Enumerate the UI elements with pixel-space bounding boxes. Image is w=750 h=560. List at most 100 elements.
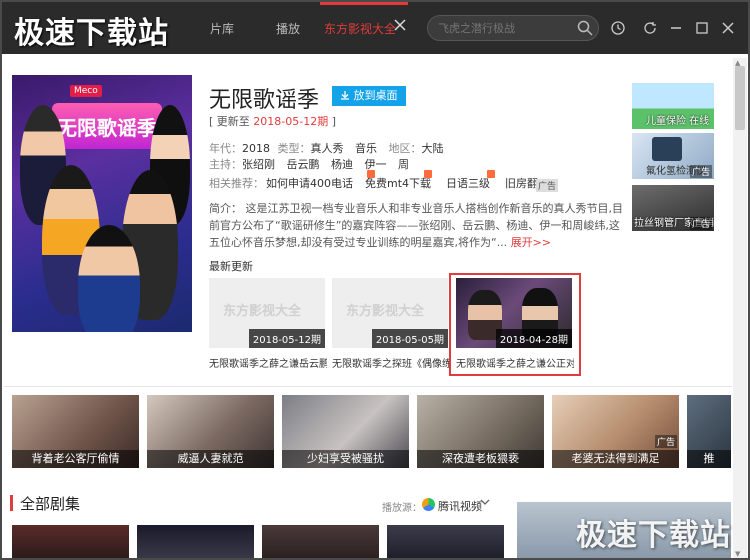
history-button[interactable] <box>608 18 628 38</box>
update-suffix: ] <box>328 115 337 128</box>
recommend-link[interactable]: 如何申请400电话 <box>266 175 353 191</box>
minimize-button[interactable] <box>666 18 686 38</box>
episode-caption[interactable]: 无限歌谣季之探班《偶像练... <box>332 355 450 370</box>
scroll-down-icon[interactable]: ▼ <box>735 550 740 558</box>
chevron-down-icon[interactable] <box>480 496 490 510</box>
host-name[interactable]: 张绍刚 <box>242 158 275 171</box>
app-window: 极速下载站 片库 播放 东方影视大全 Meco 无限歌谣季 <box>0 0 750 560</box>
ad-tag: 广告 <box>689 217 712 230</box>
episode-thumbnail[interactable] <box>262 525 379 558</box>
host-label: 主持： <box>209 158 242 171</box>
episode-card[interactable]: 东方影视大全 2018-05-05期 <box>332 278 448 348</box>
download-to-desktop-button[interactable]: 放到桌面 <box>332 86 406 106</box>
year-label: 年代： <box>209 142 242 155</box>
intro-label: 简介： <box>209 202 242 215</box>
window-close-button[interactable] <box>718 18 738 38</box>
poster-brand: Meco <box>70 85 102 97</box>
minimize-icon <box>671 27 681 29</box>
ad-tag: 广告 <box>536 179 559 192</box>
recent-updates-label: 最新更新 <box>209 260 253 273</box>
tencent-video-icon <box>422 498 435 511</box>
side-ad[interactable]: 儿童保险 在线 <box>632 83 714 129</box>
episode-thumbnail[interactable] <box>387 525 504 558</box>
section-title: 全部剧集 <box>20 495 81 513</box>
show-title: 无限歌谣季 <box>209 88 320 113</box>
episode-thumbnail[interactable] <box>12 525 129 558</box>
side-ad-label: 儿童保险 在线 <box>646 116 710 127</box>
selection-highlight <box>449 273 581 376</box>
meta-line-1: 年代：2018 类型：真人秀 音乐 地区：大陆 <box>209 140 444 156</box>
strip-caption: 少妇享受被骚扰 <box>282 450 409 468</box>
region-value[interactable]: 大陆 <box>422 142 444 155</box>
update-value: 2018-05-12期 <box>253 115 329 128</box>
section-accent-bar <box>10 495 13 511</box>
episode-date: 2018-05-05期 <box>371 329 448 348</box>
show-intro: 简介： 这是江苏卫视一档专业音乐人和非专业音乐人搭档创作新音乐的真人秀节目,目前… <box>209 200 629 251</box>
tab-current[interactable]: 东方影视大全 <box>324 20 396 37</box>
strip-thumbnail[interactable]: 少妇享受被骚扰 <box>282 395 409 468</box>
update-prefix: [ 更新至 <box>209 115 254 128</box>
thumbnail-watermark: 东方影视大全 <box>223 304 302 319</box>
type-label: 类型： <box>277 142 311 155</box>
strip-caption: 深夜遭老板猥亵 <box>417 450 544 468</box>
type-value[interactable]: 真人秀 <box>311 142 344 155</box>
episode-thumbnail[interactable] <box>137 525 254 558</box>
tab-library[interactable]: 片库 <box>210 20 234 37</box>
meta-line-2: 主持：张绍刚 岳云鹏 杨迪 伊一 周 <box>209 156 409 172</box>
recommend-label: 相关推荐： <box>209 177 264 190</box>
download-icon <box>341 91 349 100</box>
strip-thumbnail[interactable]: 背着老公客厅偷情 <box>12 395 139 468</box>
expand-link[interactable]: 展开>> <box>511 236 551 249</box>
episode-date: 2018-05-12期 <box>248 329 325 348</box>
close-icon <box>394 19 406 31</box>
episode-card[interactable]: 东方影视大全 2018-05-12期 <box>209 278 325 348</box>
ad-badge-icon <box>487 170 495 178</box>
year-value[interactable]: 2018 <box>242 142 270 155</box>
strip-thumbnail[interactable]: 威逼人妻就范 <box>147 395 274 468</box>
source-label: 播放源： <box>382 503 422 514</box>
recommend-link[interactable]: 免费mt4下载 <box>365 175 431 191</box>
strip-caption: 背着老公客厅偷情 <box>12 450 139 468</box>
strip-caption: 老婆无法得到满足 <box>552 450 679 468</box>
search-input[interactable] <box>427 15 599 41</box>
logo-text: 极速下载站 <box>14 16 169 51</box>
ad-badge-icon <box>424 170 432 178</box>
intro-text: 这是江苏卫视一档专业音乐人和非专业音乐人搭档创作新音乐的真人秀节目,目前官方公布… <box>209 202 623 249</box>
host-name[interactable]: 周 <box>398 158 409 171</box>
tab-play[interactable]: 播放 <box>276 20 300 37</box>
scrollbar-track[interactable] <box>733 58 747 558</box>
source-select[interactable]: 腾讯视频 <box>438 498 482 514</box>
recommend-link[interactable]: 旧房翻 <box>505 175 538 191</box>
strip-thumbnail[interactable]: 老婆无法得到满足 广告 <box>552 395 679 468</box>
section-divider <box>4 386 732 387</box>
thumbnail-watermark: 东方影视大全 <box>346 304 425 319</box>
clock-icon <box>611 21 625 35</box>
search-icon[interactable] <box>576 19 594 37</box>
refresh-icon <box>644 22 656 34</box>
strip-thumbnail[interactable]: 深夜遭老板猥亵 <box>417 395 544 468</box>
maximize-button[interactable] <box>692 18 712 38</box>
scrollbar-thumb[interactable] <box>735 66 745 130</box>
host-name[interactable]: 杨迪 <box>331 158 353 171</box>
ad-tag: 广告 <box>654 435 677 448</box>
close-icon <box>722 22 734 34</box>
poster-title-art: 无限歌谣季 <box>52 103 162 149</box>
watermark-text: 极速下载站 <box>576 518 731 553</box>
show-poster: Meco 无限歌谣季 <box>12 75 192 332</box>
strip-thumbnail[interactable]: 推 <box>687 395 731 468</box>
strip-caption: 推 <box>687 450 731 468</box>
recommend-link[interactable]: 日语三级 <box>446 175 490 191</box>
host-name[interactable]: 岳云鹏 <box>287 158 320 171</box>
maximize-icon <box>696 22 708 34</box>
side-ad[interactable]: 氟化氢检测仪 广告 <box>632 133 714 179</box>
device-icon <box>652 137 682 161</box>
type-value[interactable]: 音乐 <box>355 142 377 155</box>
episode-caption[interactable]: 无限歌谣季之薛之谦岳云鹏... <box>209 355 327 370</box>
tab-close-button[interactable] <box>394 16 406 35</box>
top-bar: 极速下载站 片库 播放 东方影视大全 <box>2 2 748 54</box>
side-ad[interactable]: 拉丝钢管厂家直销 广告 <box>632 185 714 231</box>
update-status: [ 更新至 2018-05-12期 ] <box>209 113 336 129</box>
refresh-button[interactable] <box>640 18 660 38</box>
region-label: 地区： <box>388 142 422 155</box>
ad-tag: 广告 <box>689 165 712 178</box>
